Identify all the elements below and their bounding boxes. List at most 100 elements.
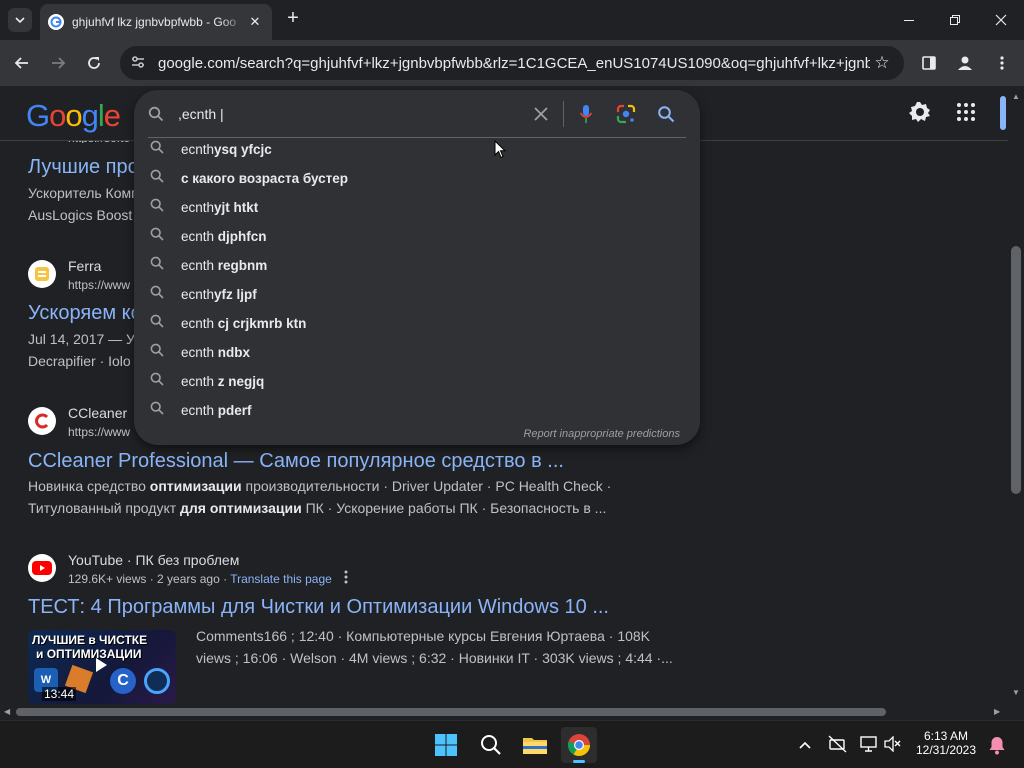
search-icon (150, 140, 164, 159)
close-window-button[interactable] (978, 0, 1024, 40)
clock[interactable]: 6:13 AM 12/31/2023 (912, 729, 980, 757)
restore-button[interactable] (932, 0, 978, 40)
more-options-icon[interactable] (340, 570, 352, 588)
result-site-name: YouTube · ПК без проблем (68, 552, 240, 568)
scroll-down-icon[interactable]: ▼ (1012, 688, 1020, 697)
tab-close-icon[interactable]: ✕ (246, 13, 264, 31)
result-title[interactable]: ТЕСТ: 4 Программы для Чистки и Оптимизац… (28, 596, 609, 619)
clear-search-button[interactable] (521, 107, 561, 121)
google-logo[interactable]: Google (26, 98, 121, 134)
suggestion-item[interactable]: ecnthyfz ljpf (134, 280, 700, 309)
site-settings-icon[interactable] (130, 54, 154, 73)
bookmark-star-icon[interactable]: ☆ (870, 53, 894, 73)
suggestion-item[interactable]: с какого возраста бустер (134, 164, 700, 193)
result-title[interactable]: CCleaner Professional — Самое популярное… (28, 450, 564, 473)
suggestion-text: ecnthyjt htkt (181, 200, 259, 215)
profile-button[interactable] (950, 48, 980, 78)
result-site-name: Ferra (68, 258, 102, 274)
display-status-button[interactable] (860, 735, 878, 758)
scrollbar-thumb[interactable] (1011, 246, 1021, 494)
suggestion-item[interactable]: ecnth pderf (134, 396, 700, 425)
chevron-down-icon (15, 17, 25, 24)
side-panel-icon (922, 56, 936, 70)
video-thumbnail[interactable]: ЛУЧШИЕ в ЧИСТКЕ и ОПТИМИЗАЦИИ W C 13:44 (28, 630, 176, 704)
tab-search-button[interactable] (8, 8, 32, 32)
start-button[interactable] (428, 727, 464, 763)
search-icon (658, 106, 675, 123)
lens-search-button[interactable] (606, 104, 646, 124)
suggestion-item[interactable]: ecnth ndbx (134, 338, 700, 367)
search-suggestions-popup: ,ecnth | ecnthysq yfcjc с какого возраст… (134, 90, 700, 445)
network-status-button[interactable] (828, 735, 848, 758)
forward-arrow-icon (52, 57, 66, 69)
report-predictions-link[interactable]: Report inappropriate predictions (523, 428, 680, 440)
apps-grid-icon (957, 103, 975, 121)
suggestion-item[interactable]: ecnthysq yfcjc (134, 135, 700, 164)
suggestion-text: ecnth pderf (181, 403, 252, 418)
profile-edge-indicator (1000, 96, 1006, 130)
scroll-left-icon[interactable]: ◀ (4, 707, 10, 716)
suggestion-text: ecnthyfz ljpf (181, 287, 257, 302)
search-icon (150, 372, 164, 391)
result-site-name: CCleaner (68, 405, 128, 421)
suggestion-item[interactable]: ecnth z negjq (134, 367, 700, 396)
search-icon (150, 285, 164, 304)
scrollbar-thumb[interactable] (16, 708, 886, 716)
show-hidden-icons-button[interactable] (798, 737, 812, 755)
search-icon (150, 314, 164, 333)
volume-status-button[interactable] (884, 735, 902, 757)
voice-search-button[interactable] (566, 104, 606, 124)
chrome-taskbar-button[interactable] (561, 727, 597, 763)
new-tab-button[interactable]: + (282, 8, 304, 30)
youtube-favicon-icon (28, 554, 56, 582)
scroll-right-icon[interactable]: ▶ (994, 707, 1000, 716)
result-title[interactable]: Лучшие про (28, 156, 139, 179)
browser-menu-button[interactable] (987, 48, 1017, 78)
notifications-button[interactable] (988, 735, 1006, 760)
suggestion-text: ecnthysq yfcjc (181, 142, 272, 157)
url-text: google.com/search?q=ghjuhfvf+lkz+jgnbvbp… (158, 54, 870, 72)
browser-tab[interactable]: ghjuhfvf lkz jgnbvbpfwbb - Goo ✕ (40, 4, 272, 40)
mouse-cursor-icon (494, 139, 507, 164)
play-icon (94, 657, 108, 678)
suggestion-item[interactable]: ecnth djphfcn (134, 222, 700, 251)
logo-letter: o (65, 98, 82, 133)
reload-button[interactable] (79, 48, 109, 78)
forward-button[interactable] (43, 48, 73, 78)
tab-title: ghjuhfvf lkz jgnbvbpfwbb - Goo (72, 15, 237, 29)
microphone-icon (579, 105, 593, 123)
ccleaner-favicon-icon (28, 407, 56, 435)
browser-toolbar: google.com/search?q=ghjuhfvf+lkz+jgnbvbp… (0, 40, 1024, 86)
search-icon (150, 256, 164, 275)
restore-icon (950, 15, 960, 25)
suggestion-item[interactable]: ecnth regbnm (134, 251, 700, 280)
back-button[interactable] (7, 48, 37, 78)
back-arrow-icon (14, 57, 28, 69)
side-panel-button[interactable] (914, 48, 944, 78)
search-input[interactable]: ,ecnth | (178, 106, 521, 122)
address-bar[interactable]: google.com/search?q=ghjuhfvf+lkz+jgnbvbp… (120, 46, 904, 80)
windows-logo-icon (435, 734, 457, 756)
minimize-button[interactable] (886, 0, 932, 40)
translate-link[interactable]: Translate this page (230, 572, 332, 586)
search-submit-button[interactable] (646, 105, 686, 123)
minimize-icon (904, 20, 914, 21)
network-disconnected-icon (828, 735, 847, 753)
result-snippet: Decrapifier · Iolo (28, 353, 131, 369)
vertical-scrollbar[interactable]: ▲ ▼ (1008, 86, 1024, 704)
logo-letter: e (103, 98, 121, 133)
apps-button[interactable] (956, 102, 980, 126)
file-explorer-button[interactable] (517, 727, 553, 763)
suggestion-item[interactable]: ecnth cj crjkmrb ktn (134, 309, 700, 338)
suggestion-text: ecnth regbnm (181, 258, 268, 273)
horizontal-scrollbar[interactable]: ◀ ▶ (0, 704, 1008, 720)
result-title[interactable]: Ускоряем ко (28, 302, 142, 325)
windows-taskbar: 6:13 AM 12/31/2023 (0, 720, 1024, 768)
taskbar-search-button[interactable] (473, 727, 509, 763)
logo-letter: o (49, 98, 66, 133)
settings-button[interactable] (908, 100, 936, 128)
bell-icon (989, 737, 1005, 755)
suggestion-item[interactable]: ecnthyjt htkt (134, 193, 700, 222)
scroll-up-icon[interactable]: ▲ (1012, 92, 1020, 101)
google-favicon-icon (48, 14, 64, 30)
